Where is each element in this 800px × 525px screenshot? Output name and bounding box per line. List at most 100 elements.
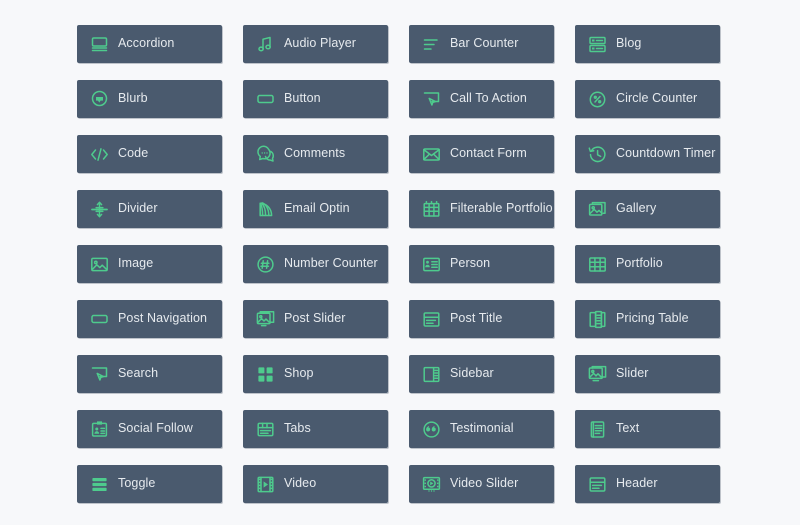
module-card-tabs[interactable]: Tabs — [243, 410, 388, 448]
social-follow-icon — [89, 419, 109, 439]
module-label: Text — [616, 421, 640, 436]
module-card-post-slider[interactable]: Post Slider — [243, 300, 388, 338]
module-label: Blog — [616, 36, 642, 51]
module-card-portfolio[interactable]: Portfolio — [575, 245, 720, 283]
module-label: Blurb — [118, 91, 148, 106]
accordion-icon — [89, 34, 109, 54]
module-label: Social Follow — [118, 421, 193, 436]
post-navigation-icon — [89, 309, 109, 329]
module-card-divider[interactable]: Divider — [77, 190, 222, 228]
module-card-header[interactable]: Header — [575, 465, 720, 503]
module-label: Toggle — [118, 476, 156, 491]
module-label: Button — [284, 91, 321, 106]
module-label: Code — [118, 146, 149, 161]
module-card-social-follow[interactable]: Social Follow — [77, 410, 222, 448]
module-card-toggle[interactable]: Toggle — [77, 465, 222, 503]
module-label: Testimonial — [450, 421, 514, 436]
module-label: Audio Player — [284, 36, 357, 51]
module-label: Bar Counter — [450, 36, 519, 51]
module-card-testimonial[interactable]: Testimonial — [409, 410, 554, 448]
module-card-sidebar[interactable]: Sidebar — [409, 355, 554, 393]
module-label: Sidebar — [450, 366, 494, 381]
gallery-stack-icon — [587, 199, 607, 219]
module-label: Email Optin — [284, 201, 350, 216]
module-card-blog[interactable]: Blog — [575, 25, 720, 63]
module-label: Comments — [284, 146, 346, 161]
circle-counter-icon — [587, 89, 607, 109]
module-label: Circle Counter — [616, 91, 698, 106]
testimonial-quote-icon — [421, 419, 441, 439]
module-card-bar-counter[interactable]: Bar Counter — [409, 25, 554, 63]
post-slider-icon — [255, 309, 275, 329]
pricing-table-icon — [587, 309, 607, 329]
module-card-image[interactable]: Image — [77, 245, 222, 283]
search-cursor-icon — [89, 364, 109, 384]
module-card-search[interactable]: Search — [77, 355, 222, 393]
module-label: Gallery — [616, 201, 657, 216]
module-card-filterable-portfolio[interactable]: Filterable Portfolio — [409, 190, 554, 228]
divider-arrows-icon — [89, 199, 109, 219]
module-card-shop[interactable]: Shop — [243, 355, 388, 393]
module-card-post-title[interactable]: Post Title — [409, 300, 554, 338]
filterable-grid-icon — [421, 199, 441, 219]
module-card-video-slider[interactable]: Video Slider — [409, 465, 554, 503]
module-card-post-navigation[interactable]: Post Navigation — [77, 300, 222, 338]
bar-counter-icon — [421, 34, 441, 54]
video-film-icon — [255, 474, 275, 494]
header-icon — [587, 474, 607, 494]
module-label: Video — [284, 476, 317, 491]
module-card-accordion[interactable]: Accordion — [77, 25, 222, 63]
text-document-icon — [587, 419, 607, 439]
module-label: Header — [616, 476, 658, 491]
module-label: Post Title — [450, 311, 503, 326]
video-slider-icon — [421, 474, 441, 494]
email-optin-signal-icon — [255, 199, 275, 219]
module-label: Accordion — [118, 36, 175, 51]
number-counter-hash-icon — [255, 254, 275, 274]
module-card-pricing-table[interactable]: Pricing Table — [575, 300, 720, 338]
module-card-gallery[interactable]: Gallery — [575, 190, 720, 228]
tabs-icon — [255, 419, 275, 439]
module-label: Slider — [616, 366, 649, 381]
module-label: Search — [118, 366, 159, 381]
module-card-call-to-action[interactable]: Call To Action — [409, 80, 554, 118]
module-label: Post Slider — [284, 311, 346, 326]
module-label: Countdown Timer — [616, 146, 716, 161]
module-label: Tabs — [284, 421, 311, 436]
module-label: Person — [450, 256, 491, 271]
blog-icon — [587, 34, 607, 54]
module-card-video[interactable]: Video — [243, 465, 388, 503]
slider-icon — [587, 364, 607, 384]
sidebar-icon — [421, 364, 441, 384]
module-card-email-optin[interactable]: Email Optin — [243, 190, 388, 228]
module-label: Portfolio — [616, 256, 663, 271]
module-label: Divider — [118, 201, 158, 216]
module-card-comments[interactable]: Comments — [243, 135, 388, 173]
module-card-circle-counter[interactable]: Circle Counter — [575, 80, 720, 118]
comments-bubble-icon — [255, 144, 275, 164]
module-card-button[interactable]: Button — [243, 80, 388, 118]
module-label: Shop — [284, 366, 314, 381]
module-card-text[interactable]: Text — [575, 410, 720, 448]
module-card-code[interactable]: Code — [77, 135, 222, 173]
music-note-icon — [255, 34, 275, 54]
module-card-contact-form[interactable]: Contact Form — [409, 135, 554, 173]
module-card-person[interactable]: Person — [409, 245, 554, 283]
module-card-number-counter[interactable]: Number Counter — [243, 245, 388, 283]
module-label: Filterable Portfolio — [450, 201, 553, 216]
call-to-action-cursor-icon — [421, 89, 441, 109]
module-card-blurb[interactable]: Blurb — [77, 80, 222, 118]
module-label: Call To Action — [450, 91, 527, 106]
module-label: Number Counter — [284, 256, 378, 271]
module-card-audio-player[interactable]: Audio Player — [243, 25, 388, 63]
module-label: Video Slider — [450, 476, 519, 491]
module-card-slider[interactable]: Slider — [575, 355, 720, 393]
button-icon — [255, 89, 275, 109]
module-label: Image — [118, 256, 154, 271]
module-grid: Accordion Audio Player Bar Counter Blog Blur… — [0, 0, 800, 525]
post-title-icon — [421, 309, 441, 329]
shop-squares-icon — [255, 364, 275, 384]
module-card-countdown-timer[interactable]: Countdown Timer — [575, 135, 720, 173]
module-label: Contact Form — [450, 146, 527, 161]
countdown-clock-icon — [587, 144, 607, 164]
